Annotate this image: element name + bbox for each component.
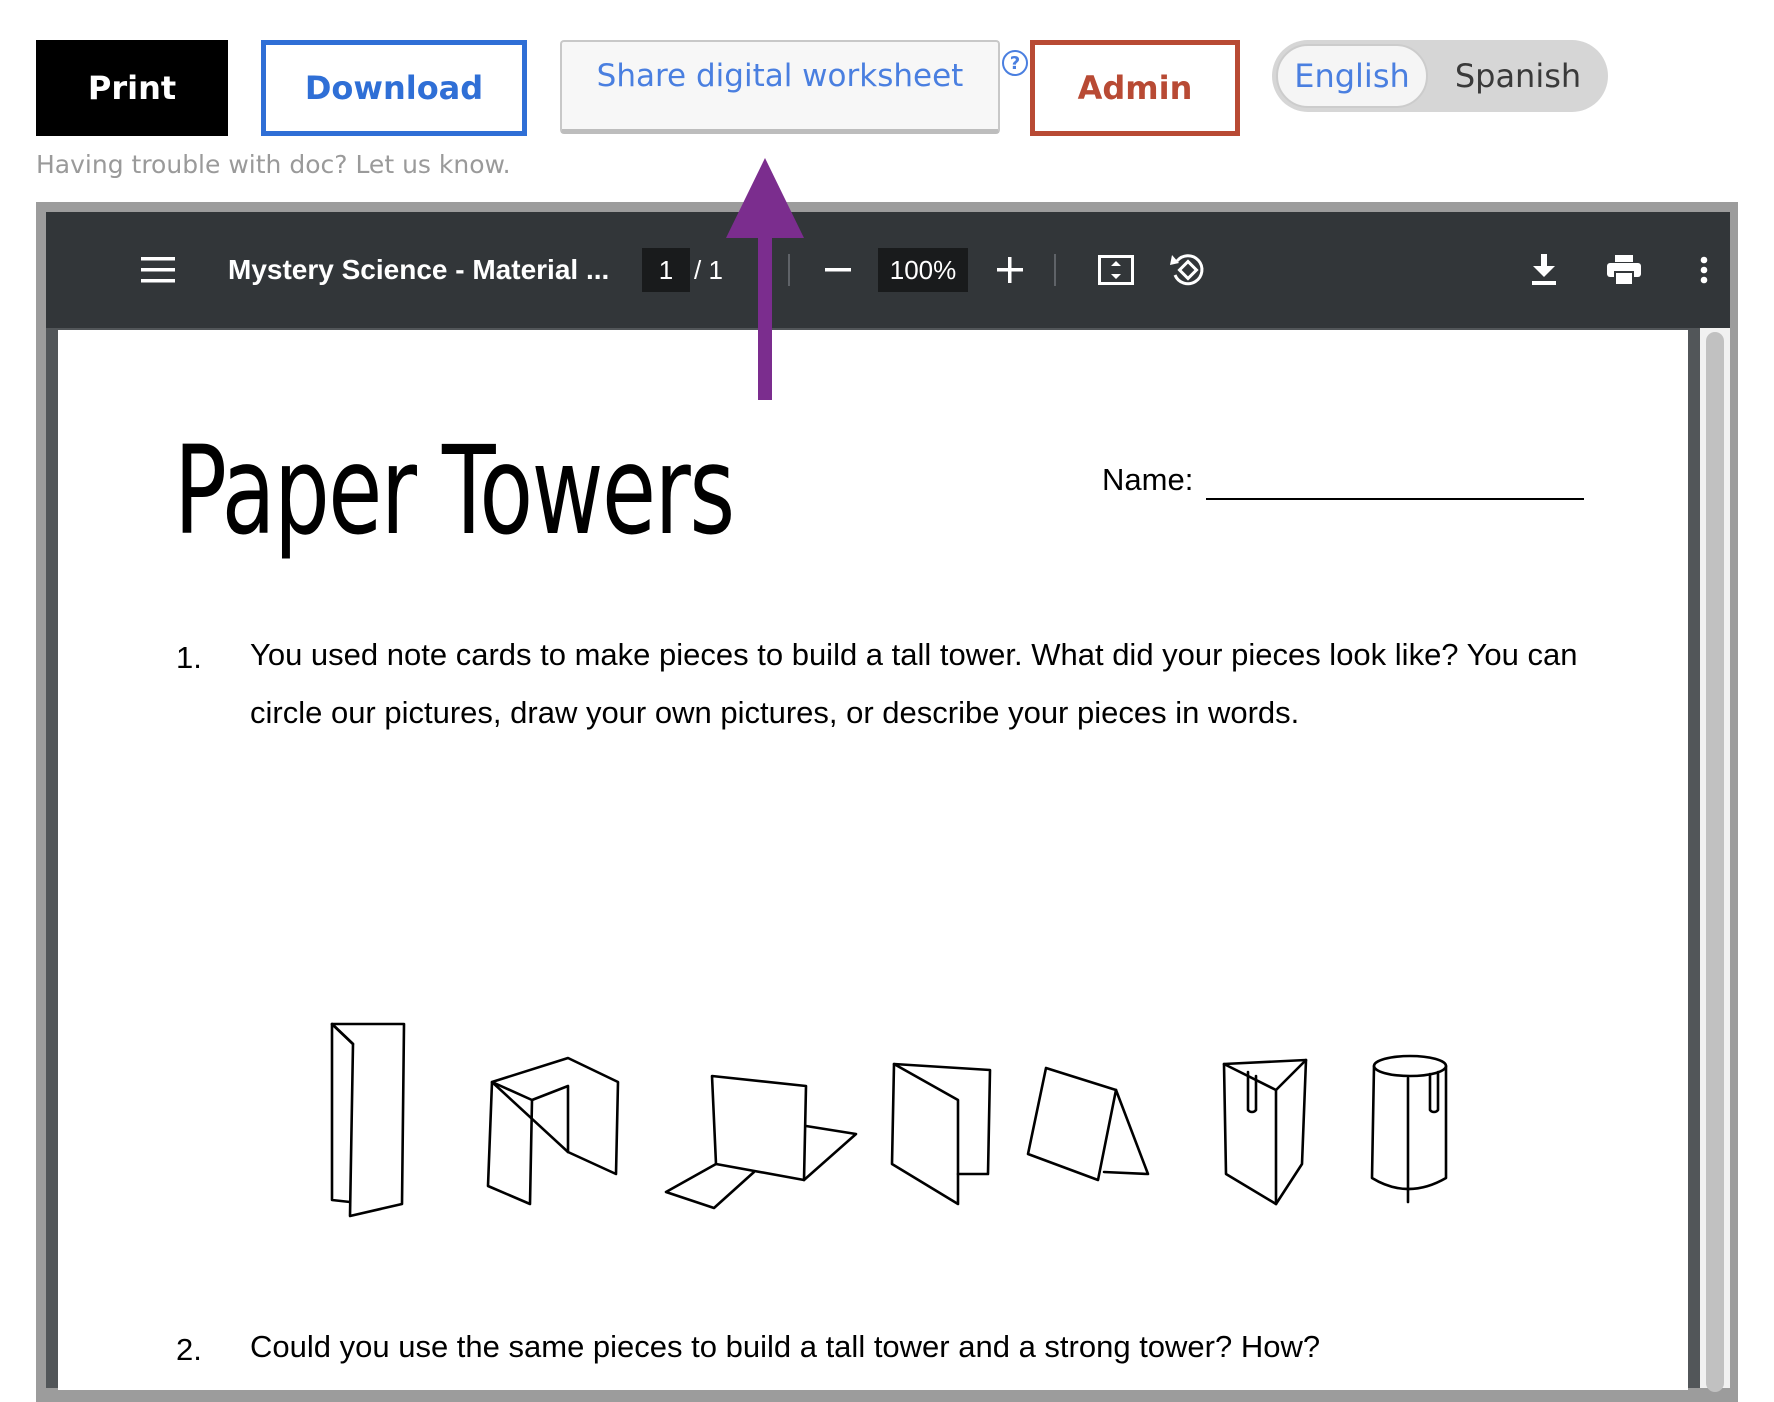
pdf-page: Paper Towers Name: 1. You used note card… [58,330,1688,1390]
trouble-feedback-link[interactable]: Having trouble with doc? Let us know. [36,150,511,179]
menu-icon[interactable] [136,252,180,288]
rolled-cylinder-piece [1370,1054,1448,1204]
download-icon[interactable] [1522,248,1566,292]
folded-corner-piece [890,1062,992,1206]
pdf-viewer-toolbar: Mystery Science - Material ... 1 / 1 100… [46,212,1730,328]
pdf-scroll-thumb[interactable] [1706,332,1724,1392]
rotate-icon[interactable] [1164,246,1212,294]
zoom-out-icon[interactable] [816,248,860,292]
toolbar-divider [1054,254,1056,286]
question-number: 2. [176,1332,202,1367]
question-text: Could you use the same pieces to build a… [250,1329,1321,1364]
zigzag-fold-piece [486,1056,620,1206]
download-button[interactable]: Download [261,40,527,136]
question-text: You used note cards to make pieces to bu… [250,637,1578,730]
clipped-triangle-prism-piece [1222,1058,1308,1206]
tent-fold-piece [1026,1066,1150,1182]
share-digital-worksheet-button[interactable]: Share digital worksheet [560,40,1000,134]
help-icon[interactable]: ? [1002,50,1028,76]
annotation-arrow [726,158,804,400]
print-icon[interactable] [1602,248,1646,292]
folded-base-piece [664,1074,858,1210]
print-button[interactable]: Print [36,40,228,136]
admin-button[interactable]: Admin [1030,40,1240,136]
worksheet-title: Paper Towers [174,420,735,562]
language-toggle: English Spanish [1272,40,1608,112]
name-blank-line [1206,498,1584,500]
page-number-input[interactable]: 1 [642,248,690,292]
paper-pieces-illustration [330,1022,1448,1218]
language-option-english[interactable]: English [1276,44,1428,108]
pdf-document-title: Mystery Science - Material ... [228,254,610,285]
zoom-in-icon[interactable] [988,248,1032,292]
name-label: Name: [1102,462,1194,497]
language-option-spanish[interactable]: Spanish [1432,44,1604,108]
question-number: 1. [176,640,202,675]
fit-page-icon[interactable] [1094,248,1138,292]
zoom-level-input[interactable]: 100% [878,248,968,292]
folded-column-piece [330,1022,406,1218]
more-options-icon[interactable] [1682,248,1726,292]
